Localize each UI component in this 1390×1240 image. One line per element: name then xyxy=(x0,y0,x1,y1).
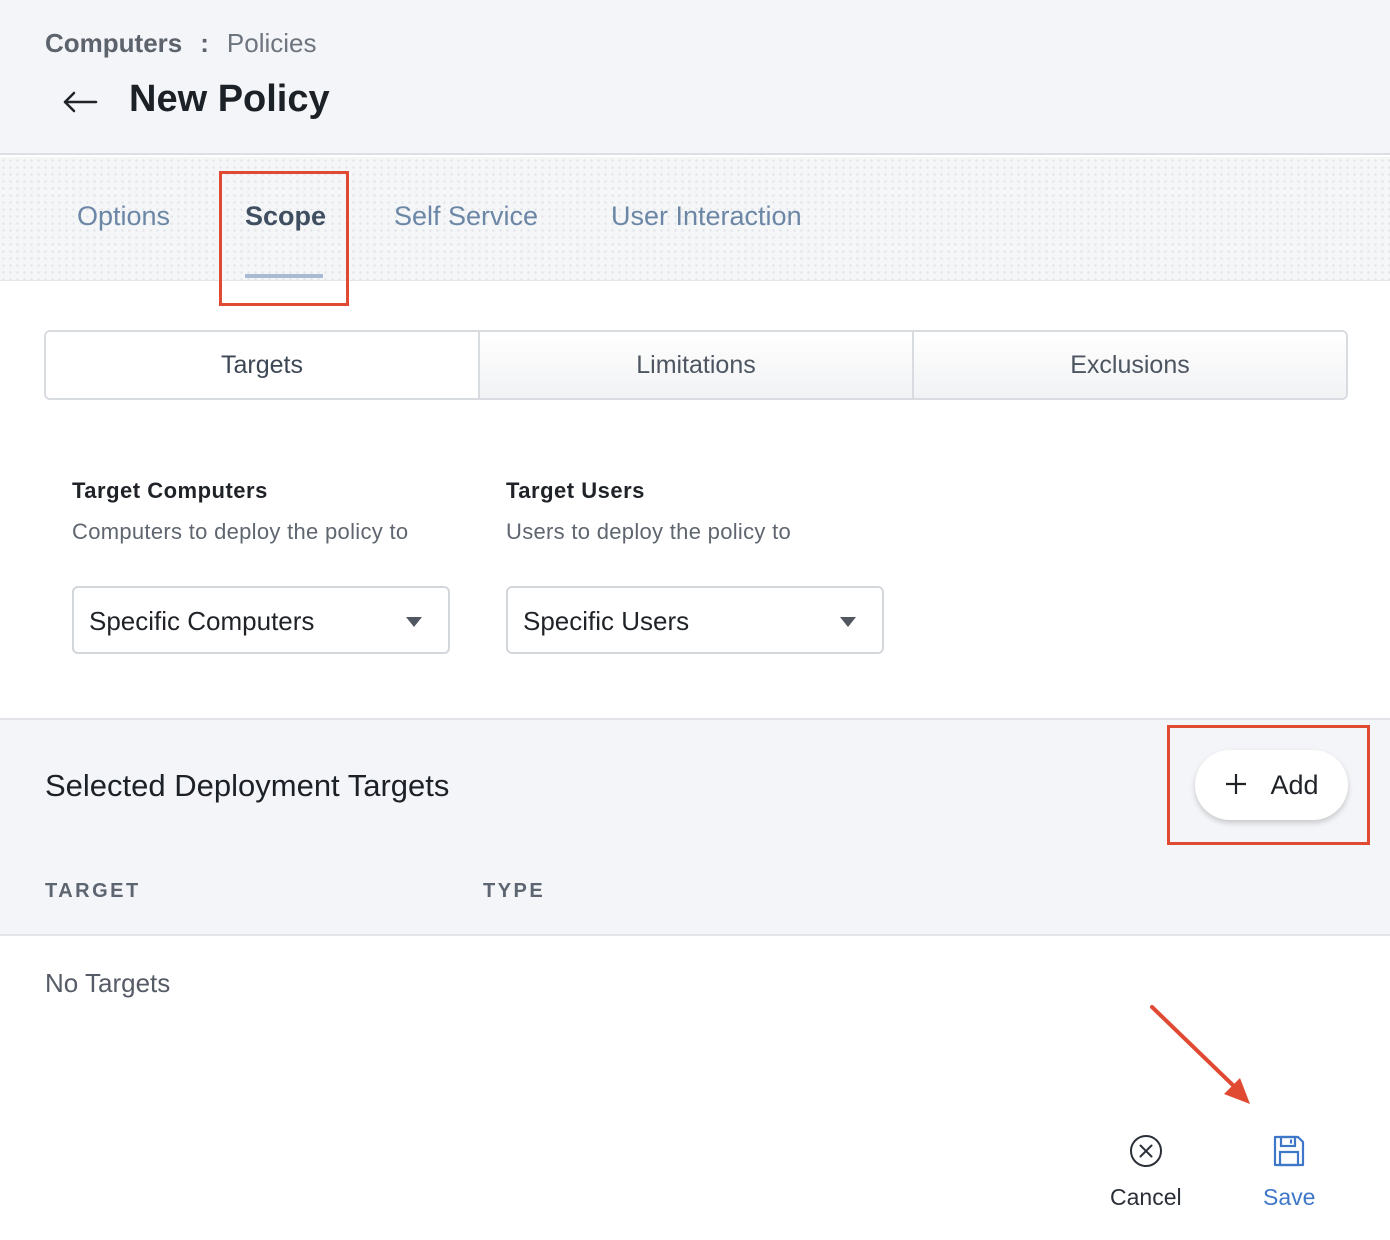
target-computers-field: Target Computers Computers to deploy the… xyxy=(72,478,452,548)
deployment-targets-title: Selected Deployment Targets xyxy=(45,768,450,803)
breadcrumb-computers[interactable]: Computers xyxy=(45,28,182,59)
cancel-button[interactable]: Cancel xyxy=(1110,1133,1182,1211)
target-computers-title: Target Computers xyxy=(72,478,268,503)
save-button[interactable]: Save xyxy=(1263,1133,1315,1211)
breadcrumb-policies[interactable]: Policies xyxy=(227,28,317,59)
segment-exclusions[interactable]: Exclusions xyxy=(914,332,1346,398)
tab-user-interaction[interactable]: User Interaction xyxy=(611,201,802,232)
dropdown-caret-icon xyxy=(406,617,422,627)
save-floppy-icon xyxy=(1271,1133,1307,1174)
page-title: New Policy xyxy=(129,78,330,120)
target-users-description: Users to deploy the policy to xyxy=(506,519,792,544)
policy-tabs: Options Scope Self Service User Interact… xyxy=(0,157,1390,281)
target-users-value: Specific Users xyxy=(523,606,690,636)
target-users-select[interactable]: Specific Users xyxy=(506,586,884,654)
annotation-highlight-scope xyxy=(219,171,349,306)
back-arrow-icon[interactable] xyxy=(60,82,100,122)
target-computers-description: Computers to deploy the policy to xyxy=(72,519,409,544)
tab-options[interactable]: Options xyxy=(77,201,170,232)
breadcrumb: Computers : Policies xyxy=(45,28,317,59)
page-header: Computers : Policies New Policy xyxy=(0,0,1390,155)
segment-targets[interactable]: Targets xyxy=(46,332,480,398)
tab-self-service[interactable]: Self Service xyxy=(394,201,538,232)
breadcrumb-separator: : xyxy=(200,28,209,58)
dropdown-caret-icon xyxy=(840,617,856,627)
column-header-target: TARGET xyxy=(45,880,141,902)
cancel-label: Cancel xyxy=(1110,1184,1182,1210)
column-header-type: TYPE xyxy=(483,880,546,902)
target-computers-value: Specific Computers xyxy=(89,606,315,636)
target-computers-select[interactable]: Specific Computers xyxy=(72,586,450,654)
save-label: Save xyxy=(1263,1184,1316,1210)
segment-limitations[interactable]: Limitations xyxy=(480,332,914,398)
target-users-field: Target Users Users to deploy the policy … xyxy=(506,478,886,548)
cancel-circle-icon xyxy=(1128,1133,1164,1174)
scope-segmented-control: Targets Limitations Exclusions xyxy=(44,330,1348,400)
target-users-title: Target Users xyxy=(506,478,645,503)
annotation-arrow-icon xyxy=(1150,1005,1250,1104)
empty-targets-message: No Targets xyxy=(45,968,171,998)
annotation-highlight-add xyxy=(1167,725,1370,845)
